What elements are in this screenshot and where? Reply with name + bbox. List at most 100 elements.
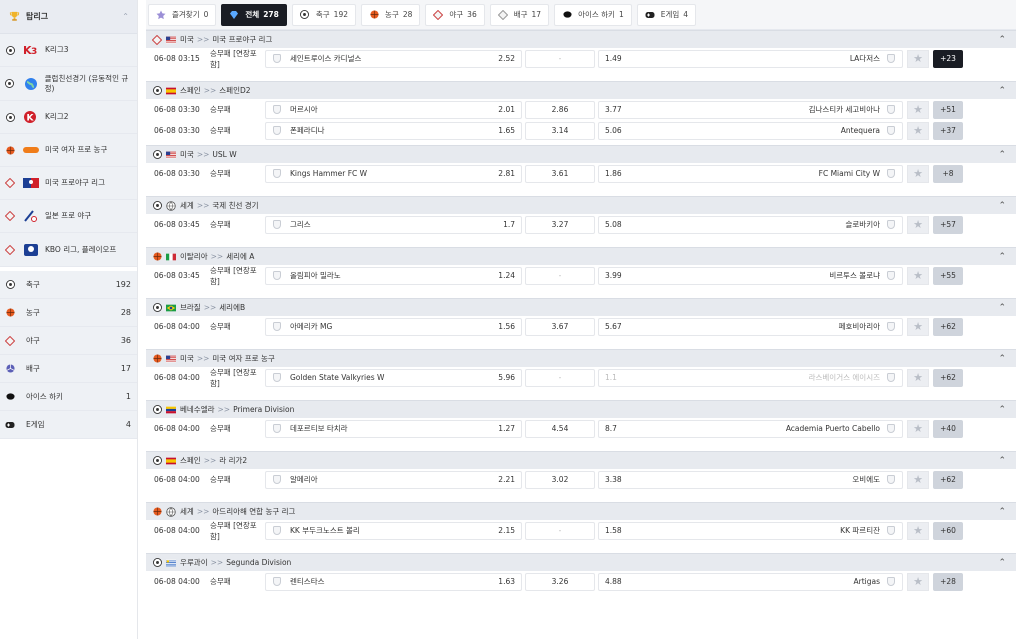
sidebar-league-npb[interactable]: 일본 프로 야구 [0, 200, 137, 233]
sidebar-league-k3[interactable]: K3 K리그3 [0, 34, 137, 67]
away-odds-button[interactable]: 5.67 페호비아리아 [598, 317, 903, 336]
more-markets-button[interactable]: +57 [933, 215, 963, 234]
chevron-up-icon[interactable]: ⌃ [998, 405, 1006, 415]
draw-odds-button[interactable]: 2.86 [525, 100, 595, 119]
group-header[interactable]: 세계 >> 국제 친선 경기 ⌃ [146, 196, 1016, 214]
chevron-up-icon[interactable]: ⌃ [998, 303, 1006, 313]
group-header[interactable]: 브라질 >> 세리에B ⌃ [146, 298, 1016, 316]
tab-baseball[interactable]: 야구 36 [425, 3, 485, 26]
sidebar-league-wnba[interactable]: 미국 여자 프로 농구 [0, 134, 137, 167]
more-markets-button[interactable]: +55 [933, 266, 963, 285]
chevron-up-icon[interactable]: ⌃ [998, 150, 1006, 160]
tab-all[interactable]: 전체 278 [221, 3, 287, 26]
sidebar-league-mlb[interactable]: 미국 프로야구 리그 [0, 167, 137, 200]
away-odds-button[interactable]: 5.06 Antequera [598, 121, 903, 140]
away-odds-button[interactable]: 3.38 오비에도 [598, 470, 903, 489]
home-odds-button[interactable]: 데포르티보 타치라 1.27 [265, 419, 522, 438]
sidebar-sport-soccer[interactable]: 축구 192 [0, 271, 137, 299]
draw-odds-button[interactable]: 3.14 [525, 121, 595, 140]
chevron-up-icon[interactable]: ⌃ [998, 35, 1006, 45]
top-league-header[interactable]: 탑리그 ⌃ [0, 0, 137, 34]
tab-basketball[interactable]: 농구 28 [361, 3, 421, 26]
group-header[interactable]: 이탈리아 >> 세리에 A ⌃ [146, 247, 1016, 265]
favorite-star-button[interactable]: ★ [907, 470, 929, 489]
tab-egame[interactable]: E게임 4 [636, 3, 697, 26]
draw-odds-button[interactable]: 3.67 [525, 317, 595, 336]
more-markets-button[interactable]: +62 [933, 317, 963, 336]
chevron-up-icon[interactable]: ⌃ [998, 456, 1006, 466]
more-markets-button[interactable]: +8 [933, 164, 963, 183]
favorite-star-button[interactable]: ★ [907, 164, 929, 183]
favorite-star-button[interactable]: ★ [907, 266, 929, 285]
more-markets-button[interactable]: +51 [933, 100, 963, 119]
away-odds-button[interactable]: 8.7 Academia Puerto Cabello [598, 419, 903, 438]
sidebar-sport-egame[interactable]: E게임 4 [0, 411, 137, 439]
tab-soccer[interactable]: 축구 192 [291, 3, 356, 26]
favorite-star-button[interactable]: ★ [907, 368, 929, 387]
away-odds-button[interactable]: 1.58 KK 파르티잔 [598, 521, 903, 540]
draw-odds-button[interactable]: 4.54 [525, 419, 595, 438]
favorite-star-button[interactable]: ★ [907, 100, 929, 119]
favorite-star-button[interactable]: ★ [907, 49, 929, 68]
chevron-up-icon[interactable]: ⌃ [122, 12, 129, 21]
more-markets-button[interactable]: +28 [933, 572, 963, 591]
home-odds-button[interactable]: Golden State Valkyries W 5.96 [265, 368, 522, 387]
draw-odds-button[interactable]: 3.61 [525, 164, 595, 183]
favorite-star-button[interactable]: ★ [907, 121, 929, 140]
home-odds-button[interactable]: 알메리아 2.21 [265, 470, 522, 489]
tab-favorites[interactable]: 즐겨찾기 0 [148, 3, 217, 26]
home-odds-button[interactable]: 아메리카 MG 1.56 [265, 317, 522, 336]
more-markets-button[interactable]: +60 [933, 521, 963, 540]
sidebar-league-club-friendly[interactable]: 클럽친선경기 (유동적인 규정) [0, 67, 137, 101]
favorite-star-button[interactable]: ★ [907, 215, 929, 234]
sidebar-sport-baseball[interactable]: 야구 36 [0, 327, 137, 355]
favorite-star-button[interactable]: ★ [907, 572, 929, 591]
tab-icehockey[interactable]: 아이스 하키 1 [554, 3, 632, 26]
group-header[interactable]: 미국 >> USL W ⌃ [146, 145, 1016, 163]
group-header[interactable]: 세계 >> 아드리아해 연합 농구 리그 ⌃ [146, 502, 1016, 520]
home-odds-button[interactable]: 세인트루이스 카디널스 2.52 [265, 49, 522, 68]
more-markets-button[interactable]: +40 [933, 419, 963, 438]
home-odds-button[interactable]: 그리스 1.7 [265, 215, 522, 234]
group-header[interactable]: 미국 >> 미국 여자 프로 농구 ⌃ [146, 349, 1016, 367]
group-header[interactable]: 스페인 >> 스페인D2 ⌃ [146, 81, 1016, 99]
sidebar-sport-icehockey[interactable]: 아이스 하키 1 [0, 383, 137, 411]
tab-volleyball[interactable]: 배구 17 [489, 3, 550, 26]
favorite-star-button[interactable]: ★ [907, 521, 929, 540]
chevron-up-icon[interactable]: ⌃ [998, 252, 1006, 262]
more-markets-button[interactable]: +62 [933, 368, 963, 387]
favorite-star-button[interactable]: ★ [907, 317, 929, 336]
home-odds-button[interactable]: 머르시아 2.01 [265, 100, 522, 119]
home-odds-button[interactable]: 폰페라디나 1.65 [265, 121, 522, 140]
draw-odds-button[interactable]: 3.27 [525, 215, 595, 234]
group-header[interactable]: 베네수엘라 >> Primera Division ⌃ [146, 400, 1016, 418]
group-header[interactable]: 미국 >> 미국 프로야구 리그 ⌃ [146, 30, 1016, 48]
away-odds-button[interactable]: 1.86 FC Miami City W [598, 164, 903, 183]
away-odds-button[interactable]: 1.49 LA다저스 [598, 49, 903, 68]
group-header[interactable]: 우루과이 >> Segunda Division ⌃ [146, 553, 1016, 571]
sidebar-league-k2[interactable]: K K리그2 [0, 101, 137, 134]
home-odds-button[interactable]: Kings Hammer FC W 2.81 [265, 164, 522, 183]
away-odds-button[interactable]: 3.77 김나스티카 세고비아나 [598, 100, 903, 119]
home-odds-button[interactable]: KK 부두크노스트 볼리 2.15 [265, 521, 522, 540]
home-odds-button[interactable]: 올림피아 밀라노 1.24 [265, 266, 522, 285]
away-odds-button[interactable]: 4.88 Artigas [598, 572, 903, 591]
home-odds-button[interactable]: 렌티스타스 1.63 [265, 572, 522, 591]
chevron-up-icon[interactable]: ⌃ [998, 201, 1006, 211]
draw-odds-button[interactable]: 3.26 [525, 572, 595, 591]
sidebar-league-kbo[interactable]: KBO 리그, 플레이오프 [0, 233, 137, 267]
chevron-up-icon[interactable]: ⌃ [998, 558, 1006, 568]
chevron-up-icon[interactable]: ⌃ [998, 507, 1006, 517]
chevron-up-icon[interactable]: ⌃ [998, 86, 1006, 96]
chevron-up-icon[interactable]: ⌃ [998, 354, 1006, 364]
away-odds-button[interactable]: 5.08 슬로바키아 [598, 215, 903, 234]
more-markets-button[interactable]: +62 [933, 470, 963, 489]
sidebar-sport-basketball[interactable]: 농구 28 [0, 299, 137, 327]
favorite-star-button[interactable]: ★ [907, 419, 929, 438]
more-markets-button[interactable]: +23 [933, 49, 963, 68]
away-odds-button[interactable]: 3.99 비르투스 볼로냐 [598, 266, 903, 285]
group-header[interactable]: 스페인 >> 라 리가2 ⌃ [146, 451, 1016, 469]
draw-odds-button[interactable]: 3.02 [525, 470, 595, 489]
sidebar-sport-volleyball[interactable]: 배구 17 [0, 355, 137, 383]
more-markets-button[interactable]: +37 [933, 121, 963, 140]
